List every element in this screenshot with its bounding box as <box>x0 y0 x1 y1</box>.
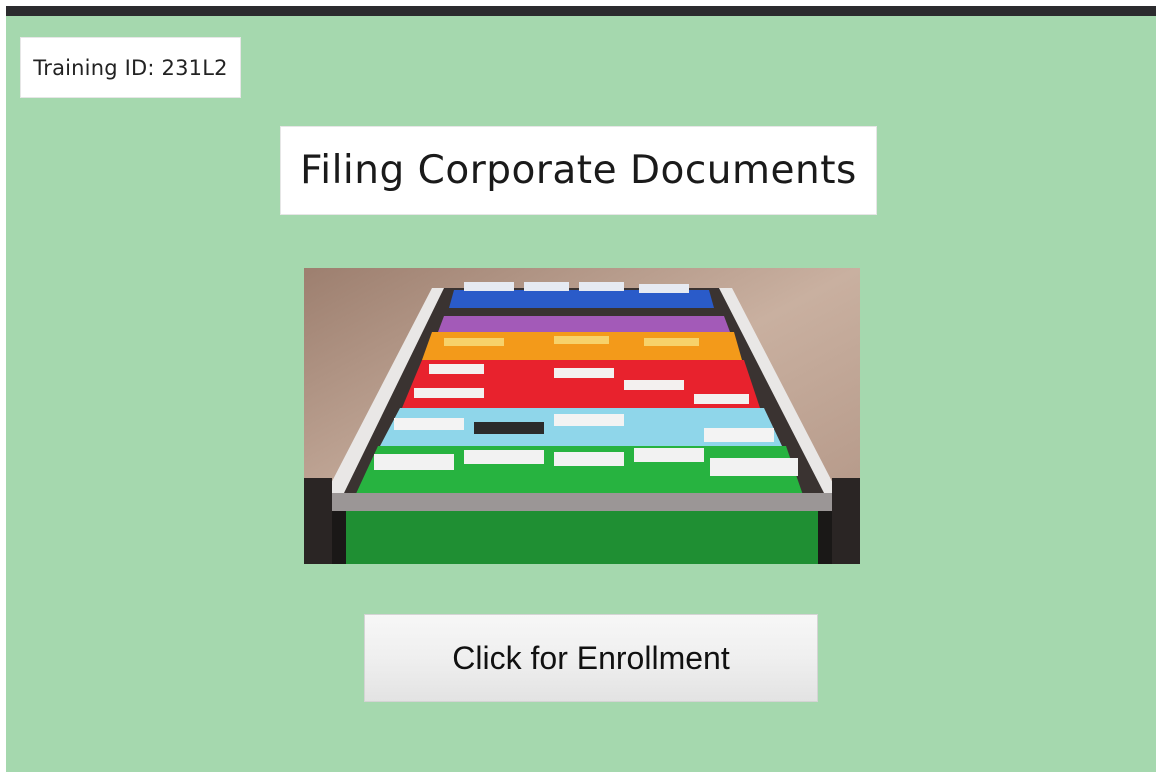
top-bar <box>6 6 1156 16</box>
page-canvas: Training ID: 231L2 Filing Corporate Docu… <box>6 16 1156 772</box>
page-title: Filing Corporate Documents <box>280 126 877 215</box>
enrollment-button[interactable]: Click for Enrollment <box>364 614 818 702</box>
training-id-label: Training ID: 231L2 <box>20 37 241 98</box>
file-folders-image <box>304 268 860 564</box>
